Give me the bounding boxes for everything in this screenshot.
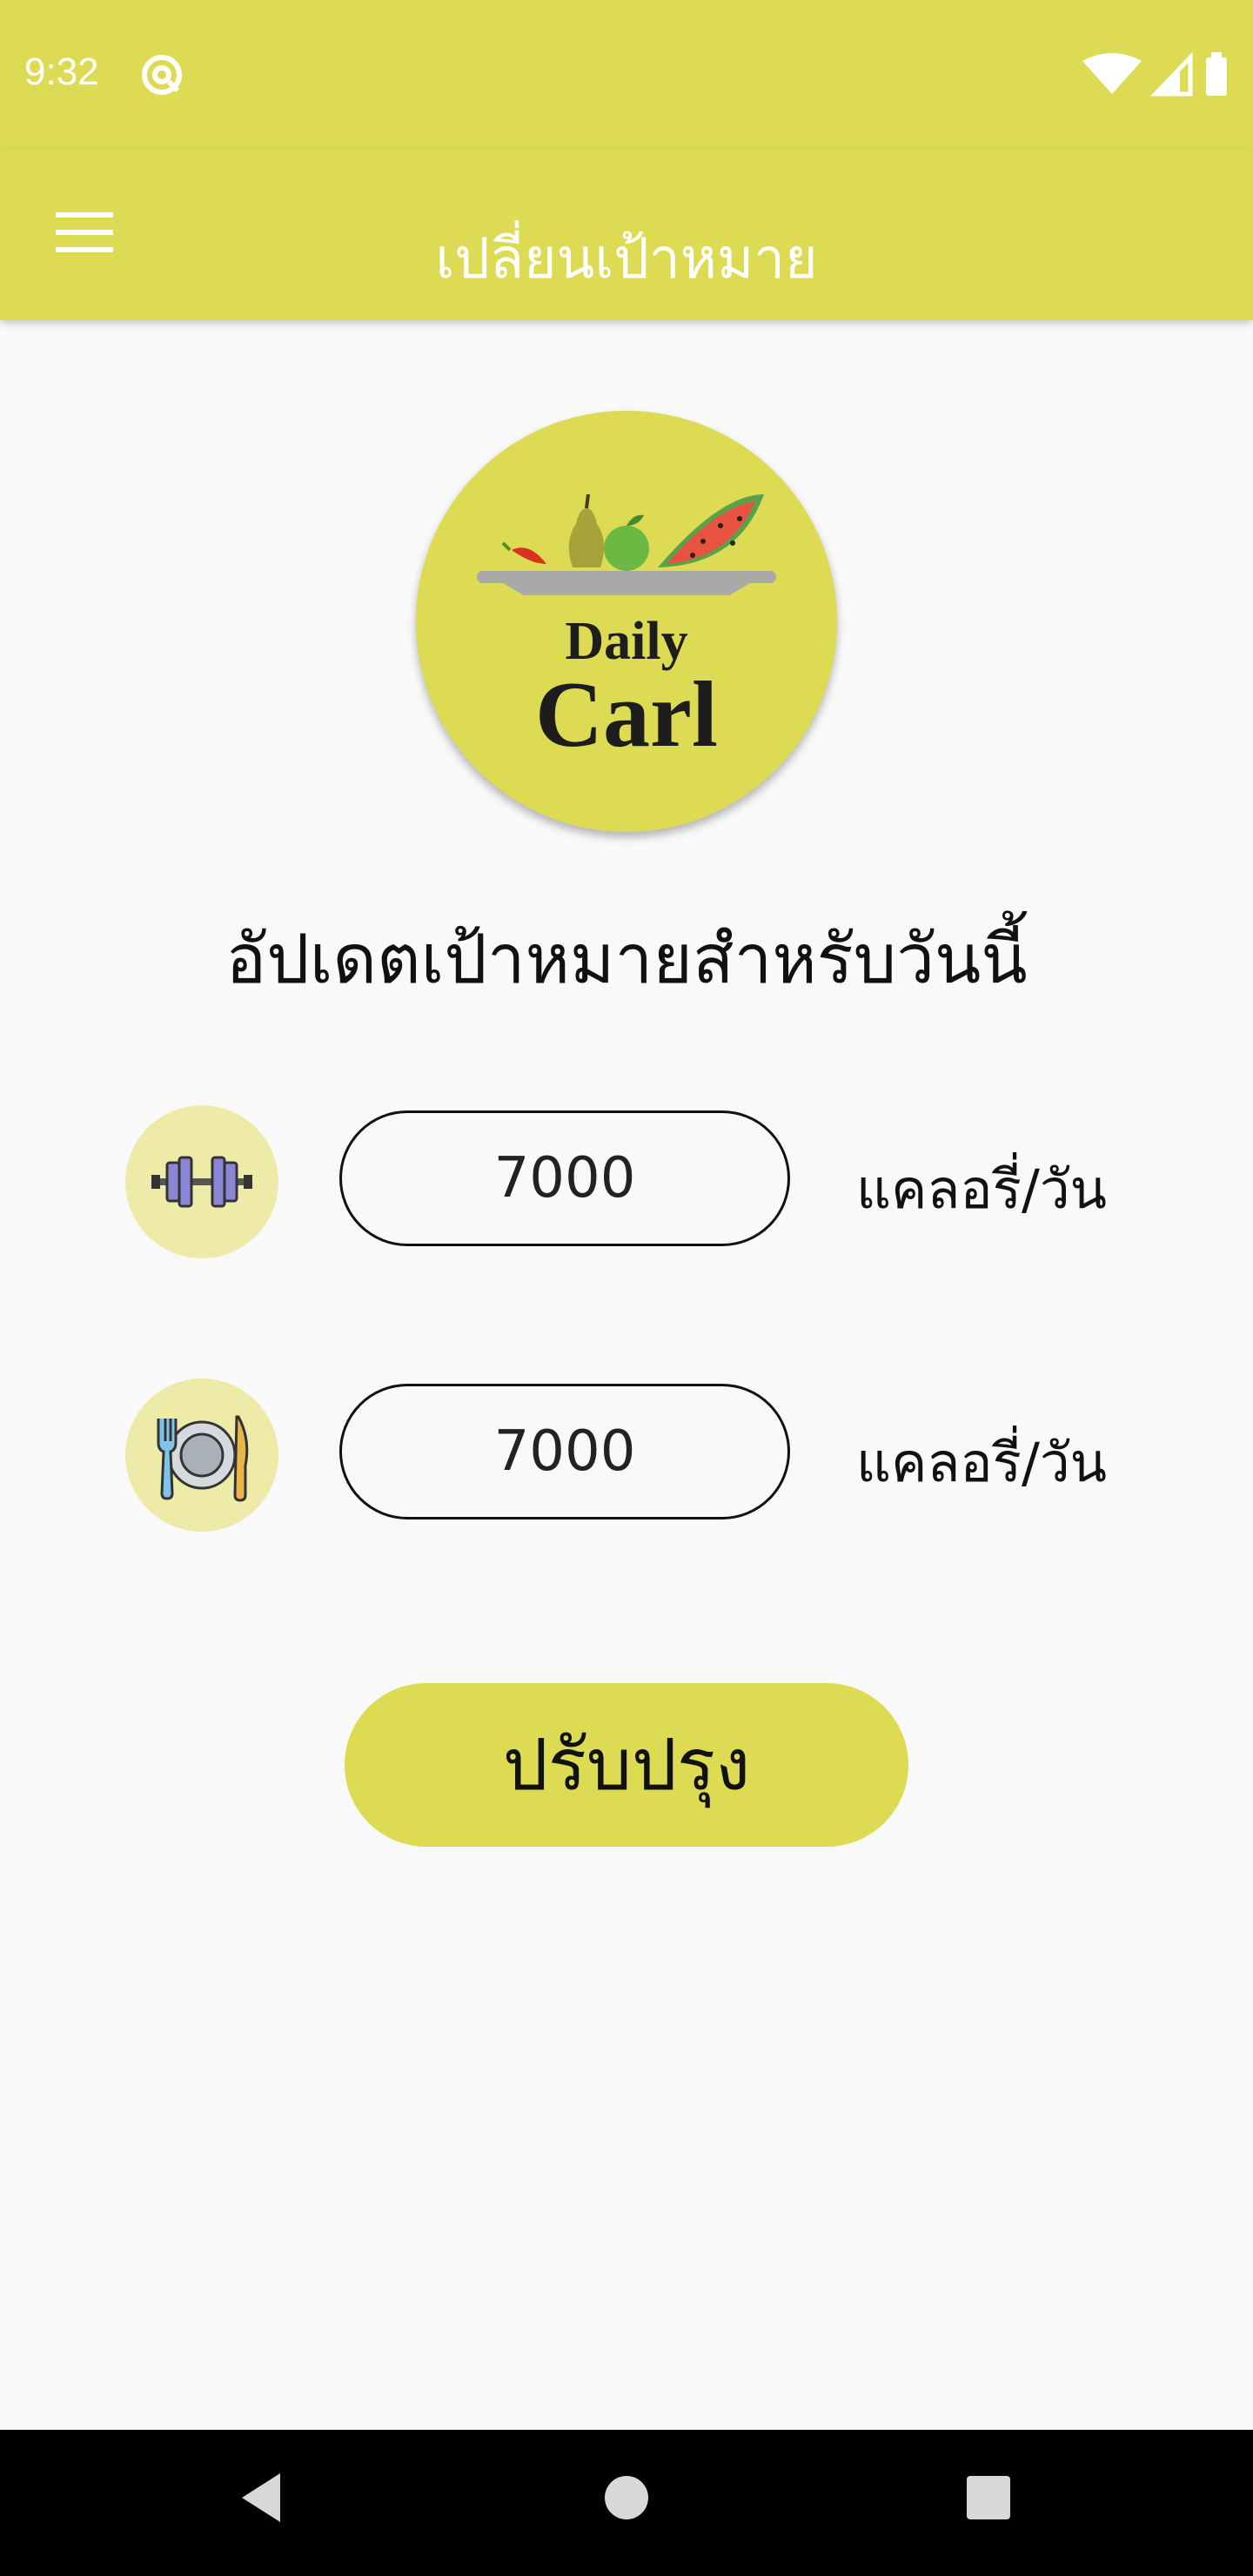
app-logo: Daily Carl: [416, 411, 837, 832]
logo-text-line2: Carl: [535, 663, 718, 767]
dumbbell-icon: [125, 1105, 278, 1258]
signal-icon: [1150, 52, 1193, 97]
back-icon[interactable]: [237, 2470, 285, 2526]
food-unit-label: แคลอรี่/วัน: [856, 1431, 1108, 1494]
wifi-icon: [1082, 53, 1142, 94]
update-button[interactable]: ปรับปรุง: [345, 1683, 908, 1847]
section-heading: อัปเดตเป้าหมายสำหรับวันนี้: [225, 921, 1028, 999]
app-bar: เปลี่ยนเป้าหมาย: [0, 150, 1253, 320]
status-time: 9:32: [24, 50, 99, 93]
status-bar: 9:32: [0, 0, 1253, 150]
exercise-unit-label: แคลอรี่/วัน: [856, 1157, 1108, 1221]
plate-fork-knife-icon: [125, 1379, 278, 1532]
exercise-calories-input[interactable]: [339, 1110, 790, 1246]
battery-icon: [1206, 52, 1227, 96]
recents-icon[interactable]: [964, 2470, 1013, 2526]
system-nav-bar: [0, 2430, 1253, 2576]
at-sign-icon: [142, 55, 182, 95]
status-icons: [1082, 52, 1227, 97]
page-title: เปลี่ยนเป้าหมาย: [435, 227, 818, 292]
food-calories-input[interactable]: [339, 1384, 790, 1519]
home-icon[interactable]: [602, 2470, 651, 2526]
